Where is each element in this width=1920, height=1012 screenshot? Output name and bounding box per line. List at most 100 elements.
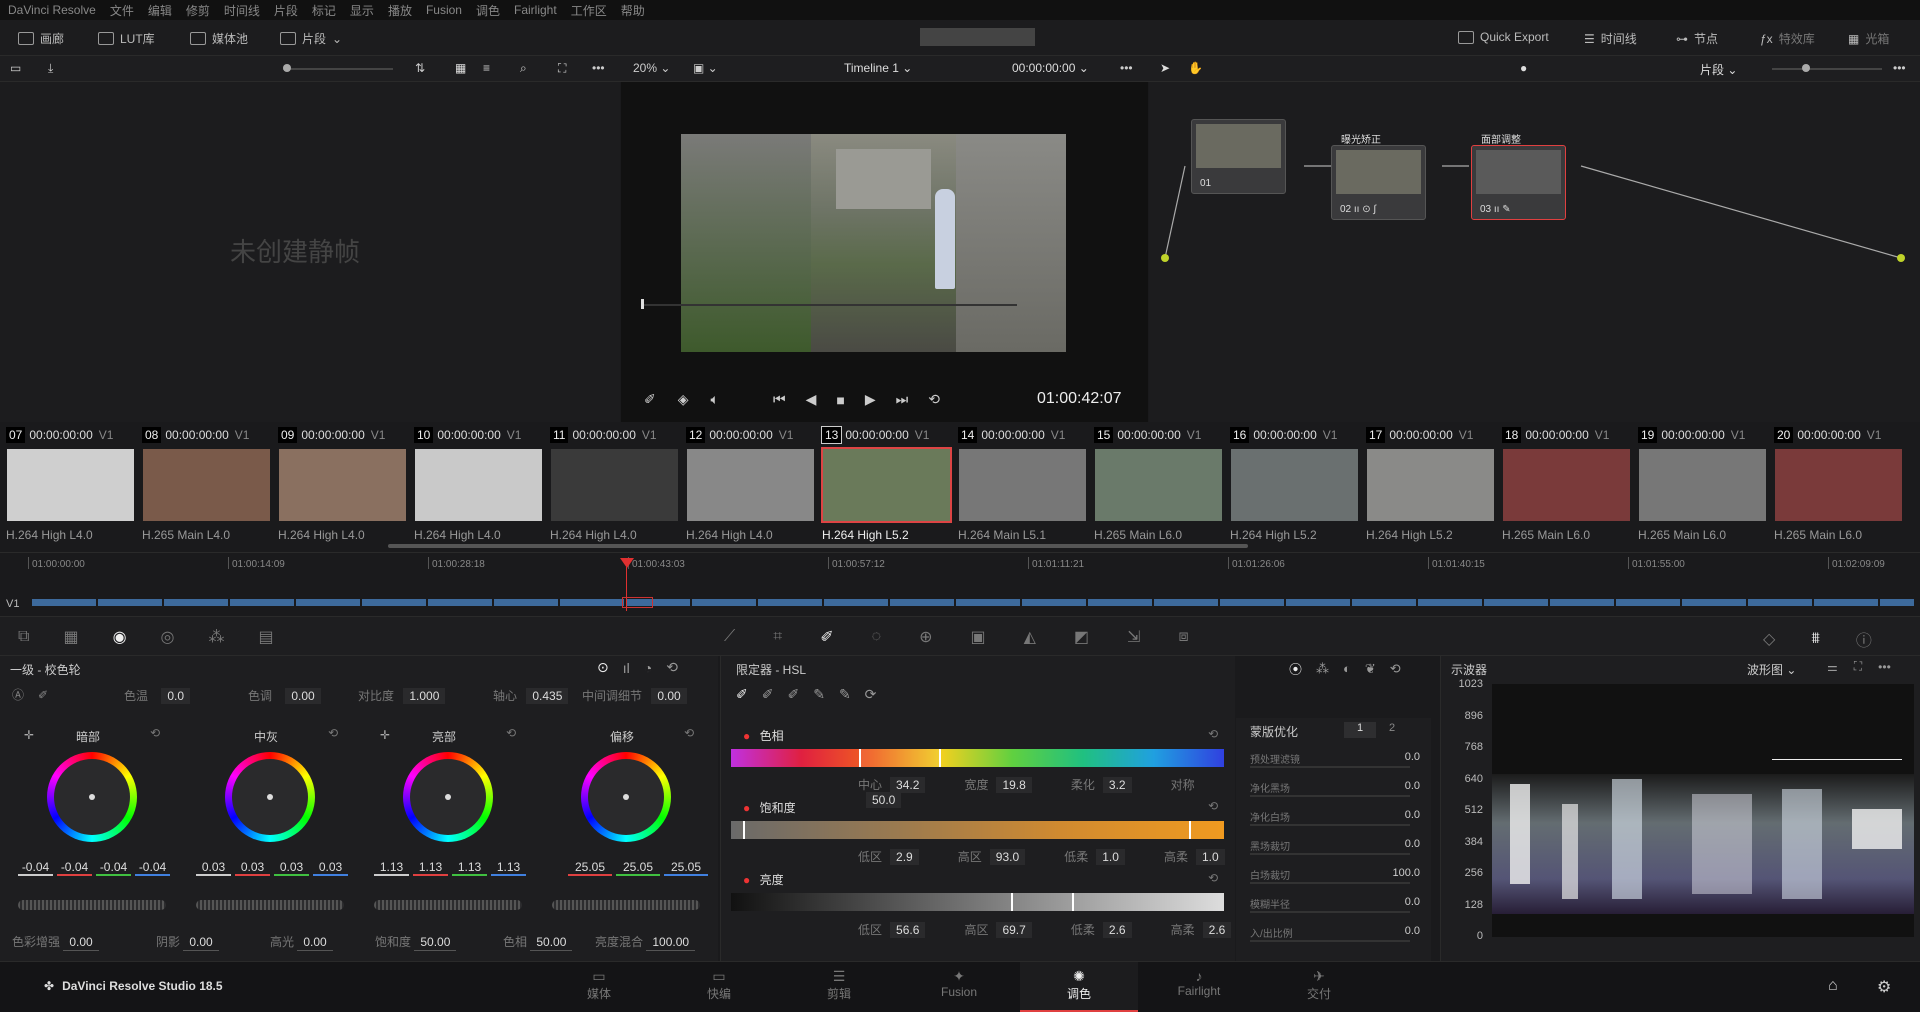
slider-knob[interactable] (1802, 64, 1810, 72)
menu-item[interactable]: 显示 (350, 2, 374, 19)
qualifier-mode-lum-icon[interactable]: ◐ (1343, 661, 1351, 676)
home-icon[interactable]: ⌂ (1828, 977, 1838, 995)
page-tab-4[interactable]: ✺ 调色 (1020, 962, 1138, 1012)
reset-icon[interactable]: ⟲ (1208, 799, 1218, 813)
reset-icon[interactable]: ⟲ (684, 726, 694, 740)
menu-item[interactable]: 文件 (110, 2, 134, 19)
search-icon[interactable]: ⌕ (520, 61, 527, 76)
wheel-value[interactable]: 0.03 (196, 860, 231, 876)
master-wheel-slider[interactable] (196, 900, 344, 910)
key-icon[interactable]: ◩ (1074, 627, 1089, 647)
menu-item[interactable]: Fairlight (514, 3, 557, 17)
matte-slider-track[interactable] (1250, 911, 1410, 913)
loop-icon[interactable]: ⟲ (928, 391, 940, 408)
dropper-icon[interactable]: ✐ (644, 391, 656, 408)
clip-item[interactable]: 13 00:00:00:00 V1 H.264 High L5.2 (816, 422, 952, 550)
clip-item[interactable]: 10 00:00:00:00 V1 H.264 High L4.0 (408, 422, 542, 550)
track-v1-clips[interactable] (32, 599, 1914, 606)
color-match-icon[interactable]: ▦ (63, 627, 78, 647)
more-icon[interactable]: ••• (592, 61, 605, 75)
node-01[interactable]: 01 (1191, 119, 1286, 194)
list-view-icon[interactable]: ≡ (483, 61, 490, 75)
effects-button[interactable]: ƒx 特效库 (1760, 30, 1815, 47)
wheel-value[interactable]: -0.04 (96, 860, 131, 876)
play-icon[interactable]: ▶ (865, 391, 876, 408)
layers-icon[interactable]: ◈ (678, 391, 689, 408)
saturation-selection[interactable] (743, 821, 1191, 839)
node-02[interactable]: 02 ıı ⊙ ∫ (1331, 145, 1426, 220)
motion-effects-icon[interactable]: ▤ (259, 627, 274, 647)
stop-icon[interactable]: ■ (836, 392, 844, 408)
eyedropper-minus-icon[interactable]: ✐ (762, 686, 774, 703)
matte-slider-row[interactable]: 白场裁切 100.0 (1236, 864, 1426, 886)
more-icon[interactable]: ••• (1120, 61, 1133, 75)
wheel-value[interactable]: 0.03 (235, 860, 270, 876)
highlights-control[interactable]: 高光 0.00 (270, 933, 333, 951)
hue-range-bar[interactable] (731, 749, 1224, 767)
master-wheel-slider[interactable] (374, 900, 522, 910)
wheel-value[interactable]: 1.13 (452, 860, 487, 876)
wheel-center-dot[interactable] (445, 794, 451, 800)
timeline-ruler[interactable]: 01:00:00:00 01:00:14:09 01:00:28:18 01:00:4… (0, 553, 1920, 579)
3d-icon[interactable]: ⧈ (1179, 628, 1189, 646)
matte-slider-value[interactable]: 0.0 (1405, 809, 1420, 821)
wheel-value[interactable]: 25.05 (568, 860, 612, 876)
rgb-mixer-icon[interactable]: ⁂ (209, 627, 225, 647)
camera-raw-icon[interactable]: ⧉ (18, 628, 29, 646)
luminance-section-label[interactable]: ● 亮度 (743, 871, 784, 888)
matte-slider-track[interactable] (1250, 766, 1410, 768)
clip-item[interactable]: 17 00:00:00:00 V1 H.264 High L5.2 (1360, 422, 1494, 550)
qualifier-mode-3d-icon[interactable]: ❦ (1365, 661, 1376, 677)
matte-slider-track[interactable] (1250, 853, 1410, 855)
viewer-mode-dropdown[interactable]: ▣ ⌄ (693, 61, 718, 75)
matte-slider-track[interactable] (1250, 824, 1410, 826)
matte-slider-value[interactable]: 100.0 (1392, 867, 1420, 879)
eyedropper-plus-icon[interactable]: ✐ (787, 686, 799, 703)
menu-item[interactable]: 编辑 (148, 2, 172, 19)
panel-toggle-icon[interactable]: ▭ (10, 61, 21, 75)
matte-slider-value[interactable]: 0.0 (1405, 896, 1420, 908)
saturation-section-label[interactable]: ● 饱和度 (743, 799, 796, 816)
reset-icon[interactable]: ⟲ (1208, 871, 1218, 885)
master-wheel-slider[interactable] (18, 900, 166, 910)
node-03-selected[interactable]: 03 ıı ✎ (1471, 145, 1566, 220)
matte-slider-track[interactable] (1250, 795, 1410, 797)
saturation-range-bar[interactable] (731, 821, 1224, 839)
download-icon[interactable]: ⤓ (48, 61, 53, 76)
gallery-button[interactable]: 画廊 (18, 30, 64, 47)
volume-icon[interactable]: 🔈︎ (711, 391, 719, 408)
matte-slider-track[interactable] (1250, 940, 1410, 942)
curves-icon[interactable]: ⟋ (724, 628, 735, 646)
node-zoom-slider[interactable] (1772, 68, 1882, 70)
clip-item[interactable]: 14 00:00:00:00 V1 H.264 Main L5.1 (952, 422, 1086, 550)
page-tab-0[interactable]: ▭ 媒体 (540, 962, 658, 1012)
clip-item[interactable]: 09 00:00:00:00 V1 H.264 High L4.0 (272, 422, 406, 550)
menu-item[interactable]: DaVinci Resolve (8, 3, 96, 17)
sizing-icon[interactable]: ⇲ (1127, 627, 1140, 647)
color-boost-control[interactable]: 色彩增强 0.00 (12, 933, 99, 951)
hue-control[interactable]: 色相 50.00 (503, 933, 573, 951)
clip-item[interactable]: 07 00:00:00:00 V1 H.264 High L4.0 (0, 422, 134, 550)
blur-icon[interactable]: ◭ (1024, 627, 1036, 647)
reset-icon[interactable]: ⟲ (1390, 661, 1401, 677)
page-tab-3[interactable]: ✦ Fusion (900, 962, 1018, 1012)
matte-slider-row[interactable]: 净化黑场 0.0 (1236, 777, 1426, 799)
slider-knob[interactable] (283, 64, 291, 72)
settings-gear-icon[interactable]: ⚙ (1877, 977, 1891, 997)
wheel-value[interactable]: -0.04 (57, 860, 92, 876)
lum-mix-control[interactable]: 亮度混合 100.00 (595, 933, 696, 951)
quick-export-button[interactable]: Quick Export (1458, 30, 1549, 44)
wheel-value[interactable]: 25.05 (664, 860, 708, 876)
menu-item[interactable]: 播放 (388, 2, 412, 19)
go-to-end-icon[interactable]: ⏭︎ (896, 391, 909, 408)
go-to-start-icon[interactable]: ⏮︎ (773, 391, 786, 408)
more-icon[interactable]: ••• (1878, 660, 1891, 674)
reset-icon[interactable]: ⟲ (506, 726, 516, 740)
menu-item[interactable]: 修剪 (186, 2, 210, 19)
wheel-value[interactable]: 1.13 (374, 860, 409, 876)
matte-tab-1[interactable]: 1 (1344, 722, 1376, 738)
grid-view-icon[interactable]: ▦ (455, 61, 466, 75)
zoom-dropdown[interactable]: 20% ⌄ (633, 61, 670, 75)
clips-dropdown[interactable]: 片段 ⌄ (1700, 61, 1737, 78)
matte-slider-track[interactable] (1250, 882, 1410, 884)
